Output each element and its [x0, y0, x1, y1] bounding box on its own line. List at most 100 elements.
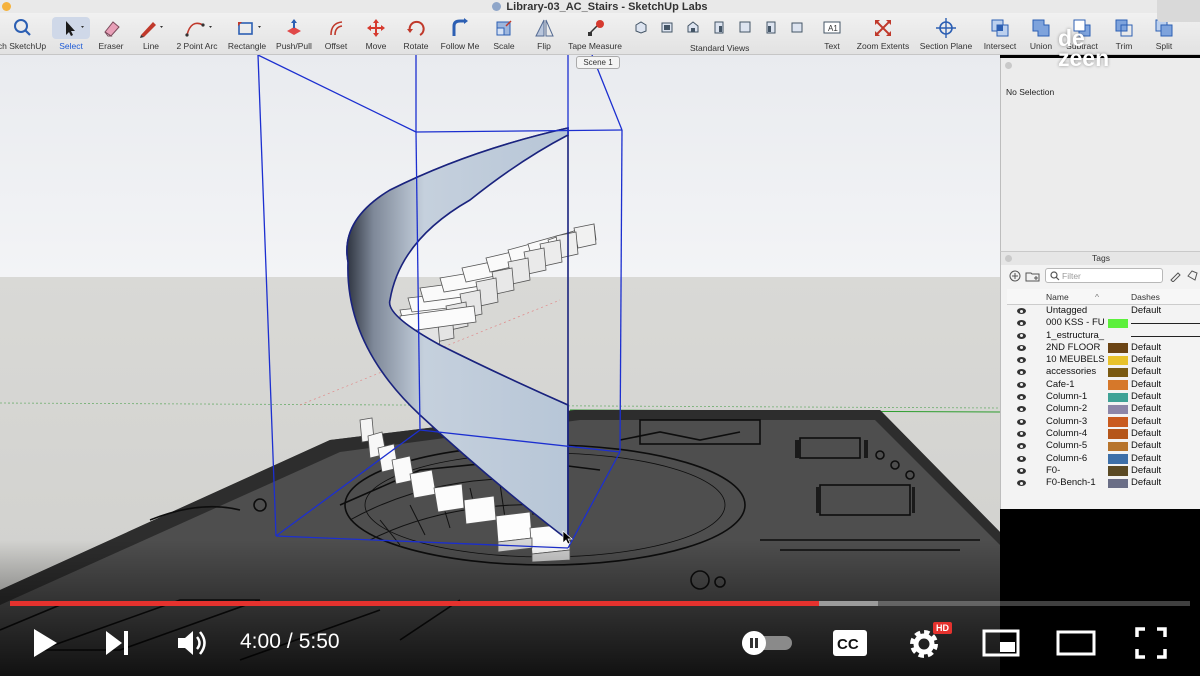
tag-row[interactable]: F0- Default [1007, 465, 1200, 477]
tag-color-swatch[interactable] [1108, 417, 1128, 427]
tag-row[interactable]: Column-1 Default [1007, 391, 1200, 403]
flip-tool-button[interactable]: Flip [527, 17, 561, 51]
tag-dashes[interactable]: Default [1131, 440, 1161, 452]
column-header-name[interactable]: Name [1046, 292, 1069, 302]
tag-dashes[interactable]: Default [1131, 453, 1161, 465]
tag-dashes[interactable]: Default [1131, 366, 1161, 378]
visibility-eye-icon[interactable] [1017, 394, 1026, 401]
visibility-eye-icon[interactable] [1017, 443, 1026, 450]
select-tool-button[interactable]: Select [52, 17, 90, 51]
video-progress-bar[interactable] [10, 601, 1190, 606]
intersect-tool-button[interactable]: Intersect [978, 17, 1022, 51]
visibility-eye-icon[interactable] [1017, 369, 1026, 376]
tag-dashes[interactable]: Default [1131, 416, 1161, 428]
tag-dashes[interactable]: Default [1131, 403, 1161, 415]
autoplay-toggle[interactable] [740, 630, 794, 656]
tag-row[interactable]: F0-Bench-1 Default [1007, 477, 1200, 489]
tag-color-swatch[interactable] [1108, 404, 1128, 415]
front-view-icon[interactable] [686, 20, 700, 34]
add-tag-folder-icon[interactable] [1025, 270, 1041, 282]
tags-filter-input[interactable] [1045, 268, 1163, 283]
tag-dashes[interactable]: Default [1131, 379, 1161, 391]
visibility-eye-icon[interactable] [1017, 418, 1026, 425]
tags-panel-close-button[interactable] [1005, 255, 1012, 262]
rotate-tool-button[interactable]: Rotate [398, 17, 434, 51]
rectangle-tool-button[interactable]: Rectangle [224, 17, 270, 51]
tag-color-swatch[interactable] [1108, 392, 1128, 403]
tag-color-swatch[interactable] [1108, 380, 1128, 390]
visibility-eye-icon[interactable] [1017, 381, 1026, 388]
tag-row[interactable]: 10 MEUBELS Default [1007, 354, 1200, 366]
tag-row[interactable]: Column-3 Default [1007, 416, 1200, 428]
visibility-eye-icon[interactable] [1017, 467, 1026, 474]
tag-dashes[interactable]: Default [1131, 342, 1161, 354]
tag-options-icon[interactable] [1185, 269, 1199, 283]
iso-view-icon[interactable] [634, 20, 648, 34]
screen-corner-control[interactable] [1157, 0, 1200, 22]
visibility-eye-icon[interactable] [1017, 430, 1026, 437]
top-view-icon[interactable] [660, 20, 674, 34]
two-point-arc-tool-button[interactable]: 2 Point Arc [173, 17, 221, 51]
offset-tool-button[interactable]: Offset [318, 17, 354, 51]
union-tool-button[interactable]: Union [1024, 17, 1058, 51]
back-view-icon[interactable] [738, 20, 752, 34]
tag-dashes[interactable]: Default [1131, 465, 1161, 477]
volume-icon[interactable] [175, 627, 211, 659]
miniplayer-icon[interactable] [982, 629, 1020, 657]
tag-row[interactable]: Column-5 Default [1007, 440, 1200, 452]
column-header-dashes[interactable]: Dashes [1131, 292, 1160, 302]
push-pull-tool-button[interactable]: Push/Pull [274, 17, 314, 51]
tag-row[interactable]: Cafe-1 Default [1007, 379, 1200, 391]
visibility-eye-icon[interactable] [1017, 357, 1026, 364]
tag-row[interactable]: Untagged Default [1007, 305, 1200, 317]
tag-row[interactable]: 2ND FLOOR Default [1007, 342, 1200, 354]
tag-dashes[interactable]: Default [1131, 428, 1161, 440]
window-minimize-button[interactable] [2, 2, 11, 11]
zoom-extents-tool-button[interactable]: Zoom Extents [853, 17, 913, 51]
tag-dashes[interactable]: Default [1131, 305, 1161, 317]
tag-row[interactable]: 000 KSS - FU [1007, 317, 1200, 329]
theater-mode-icon[interactable] [1056, 629, 1096, 657]
tag-row[interactable]: Column-2 Default [1007, 403, 1200, 415]
captions-icon[interactable]: CC [831, 628, 869, 658]
tag-color-swatch[interactable] [1108, 355, 1128, 366]
next-video-icon[interactable] [102, 629, 132, 657]
visibility-eye-icon[interactable] [1017, 332, 1026, 339]
follow-me-tool-button[interactable]: Follow Me [438, 17, 482, 51]
panel-close-button[interactable] [1005, 62, 1012, 69]
search-sketchup-button[interactable]: ch SketchUp [0, 17, 50, 51]
move-tool-button[interactable]: Move [358, 17, 394, 51]
tag-color-swatch[interactable] [1108, 466, 1128, 476]
tag-color-swatch[interactable] [1108, 367, 1128, 378]
tag-dashes[interactable]: Default [1131, 391, 1161, 403]
tag-row[interactable]: accessories Default [1007, 366, 1200, 378]
scene-tab-1[interactable]: Scene 1 [576, 56, 620, 69]
tag-row[interactable]: Column-6 Default [1007, 453, 1200, 465]
tag-pencil-icon[interactable] [1169, 270, 1183, 282]
tag-color-swatch[interactable] [1108, 454, 1128, 464]
line-tool-button[interactable]: Line [133, 17, 169, 51]
tag-color-swatch[interactable] [1108, 318, 1128, 329]
visibility-eye-icon[interactable] [1017, 406, 1026, 413]
tag-color-swatch[interactable] [1108, 343, 1128, 353]
visibility-eye-icon[interactable] [1017, 455, 1026, 462]
bottom-view-icon[interactable] [790, 20, 804, 34]
visibility-eye-icon[interactable] [1017, 320, 1026, 327]
tag-dashes[interactable]: Default [1131, 477, 1161, 489]
eraser-tool-button[interactable]: Eraser [93, 17, 129, 51]
split-tool-button[interactable]: Split [1148, 17, 1180, 51]
tag-row[interactable]: 1_estructura_ [1007, 330, 1200, 342]
right-view-icon[interactable] [712, 20, 726, 34]
tag-color-swatch[interactable] [1108, 478, 1128, 489]
fullscreen-icon[interactable] [1134, 626, 1168, 660]
text-tool-button[interactable]: A1 Text [816, 17, 848, 51]
tag-row[interactable]: Column-4 Default [1007, 428, 1200, 440]
play-icon[interactable] [30, 626, 60, 660]
tape-measure-tool-button[interactable]: Tape Measure [566, 17, 624, 51]
tag-dashes[interactable]: Default [1131, 354, 1161, 366]
visibility-eye-icon[interactable] [1017, 480, 1026, 487]
left-view-icon[interactable] [764, 20, 778, 34]
scale-tool-button[interactable]: Scale [487, 17, 521, 51]
tag-color-swatch[interactable] [1108, 429, 1128, 439]
trim-tool-button[interactable]: Trim [1108, 17, 1140, 51]
